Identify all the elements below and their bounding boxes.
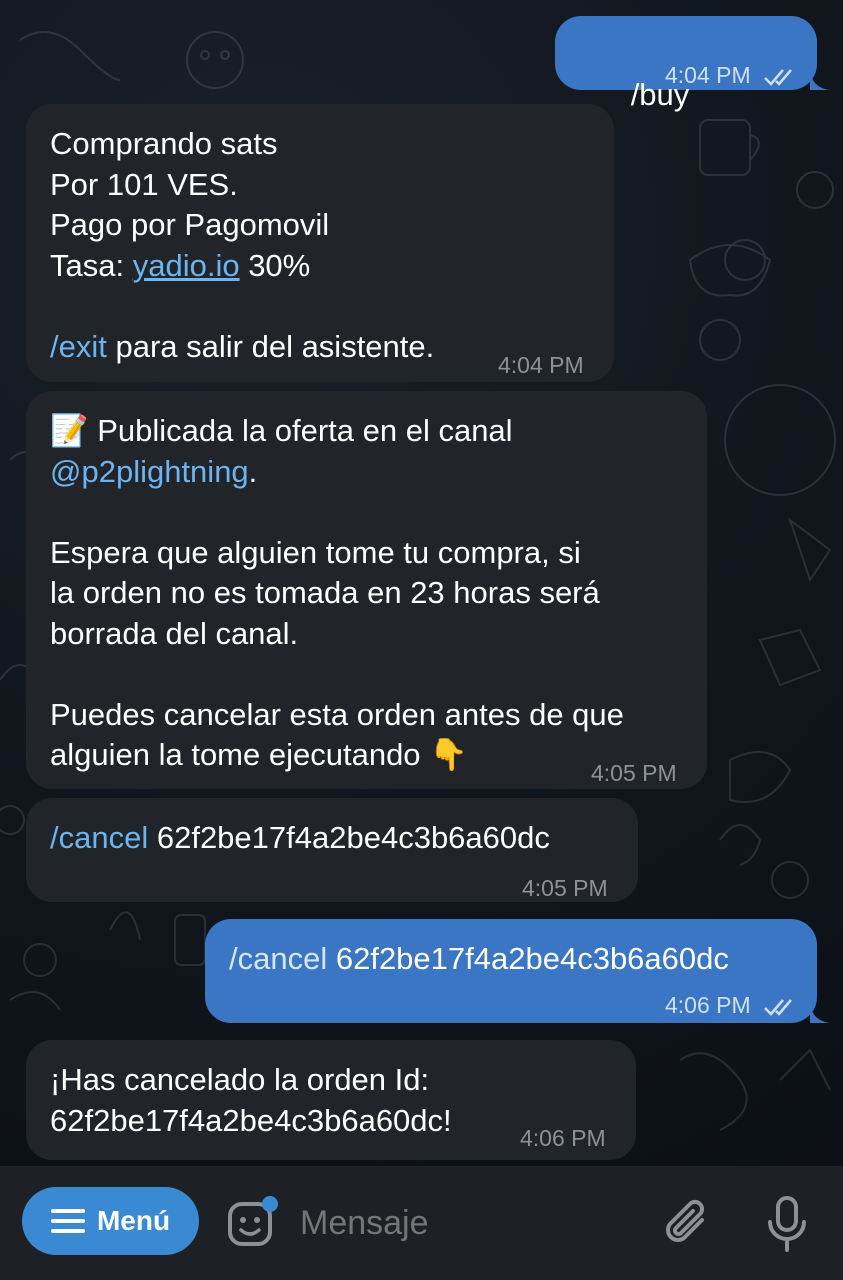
read-double-check-icon — [764, 69, 792, 86]
message-time: 4:06 PM — [665, 985, 797, 1026]
message-text: Espera que alguien tome tu compra, si — [50, 534, 581, 570]
paperclip-icon[interactable] — [662, 1198, 714, 1250]
sticker-icon[interactable] — [226, 1196, 278, 1248]
message-text: alguien la tome ejecutando 👇 — [50, 737, 468, 772]
message-text: Tasa: yadio.io 30% — [50, 247, 311, 283]
message-bubble-outgoing[interactable]: /cancel 62f2be17f4a2be4c3b6a60dc 4:06 PM — [205, 919, 817, 1023]
read-double-check-icon — [764, 999, 792, 1016]
message-text: /cancel 62f2be17f4a2be4c3b6a60dc — [229, 941, 729, 976]
message-time: 4:06 PM — [520, 1125, 606, 1151]
message-input-bar: Menú — [0, 1166, 843, 1280]
menu-button-label: Menú — [96, 1205, 171, 1236]
message-bubble-incoming[interactable]: 📝 Publicada la oferta en el canal @p2pli… — [26, 391, 707, 789]
message-bubble-outgoing[interactable]: /buy 4:04 PM — [555, 16, 817, 112]
exit-command-link[interactable]: /exit — [50, 329, 107, 364]
rate-link[interactable]: yadio.io — [133, 248, 240, 283]
message-text: borrada del canal. — [50, 615, 299, 651]
microphone-icon[interactable] — [766, 1196, 808, 1252]
message-text: la orden no es tomada en 23 horas será — [50, 575, 600, 610]
message-text: /cancel 62f2be17f4a2be4c3b6a60dc — [50, 820, 550, 855]
message-bubble-incoming[interactable]: /cancel 62f2be17f4a2be4c3b6a60dc 4:05 PM — [26, 798, 638, 902]
message-bubble-incoming[interactable]: ¡Has cancelado la orden Id: 62f2be17f4a2… — [26, 1040, 636, 1160]
message-text: Puedes cancelar esta orden antes de que — [50, 696, 624, 732]
menu-button[interactable]: Menú — [22, 1187, 199, 1255]
message-text: Pago por Pagomovil — [50, 207, 330, 242]
pointing-down-icon: 👇 — [429, 737, 468, 772]
message-time: 4:04 PM — [665, 55, 797, 96]
chat-background: /buy 4:04 PM Comprando sats Por 101 VES.… — [0, 0, 843, 1166]
bubble-tail — [810, 1003, 830, 1023]
memo-icon: 📝 — [50, 413, 89, 448]
message-bubble-incoming[interactable]: Comprando sats Por 101 VES. Pago por Pag… — [26, 104, 614, 382]
cancel-command-link[interactable]: /cancel — [50, 820, 148, 855]
bubble-tail — [810, 70, 830, 90]
menu-lines-icon — [50, 1209, 85, 1233]
message-text: @p2plightning. — [50, 453, 258, 489]
message-time: 4:04 PM — [498, 352, 584, 378]
message-text: Por 101 VES. — [50, 166, 238, 202]
message-text: 📝 Publicada la oferta en el canal — [50, 413, 513, 448]
channel-link[interactable]: @p2plightning — [50, 454, 249, 489]
message-text: Comprando sats — [50, 126, 278, 161]
cancel-command-link[interactable]: /cancel — [229, 941, 327, 976]
message-input[interactable] — [290, 1194, 640, 1252]
message-text: ¡Has cancelado la orden Id: — [50, 1062, 430, 1097]
message-time: 4:05 PM — [522, 875, 608, 901]
message-time: 4:05 PM — [591, 760, 677, 786]
